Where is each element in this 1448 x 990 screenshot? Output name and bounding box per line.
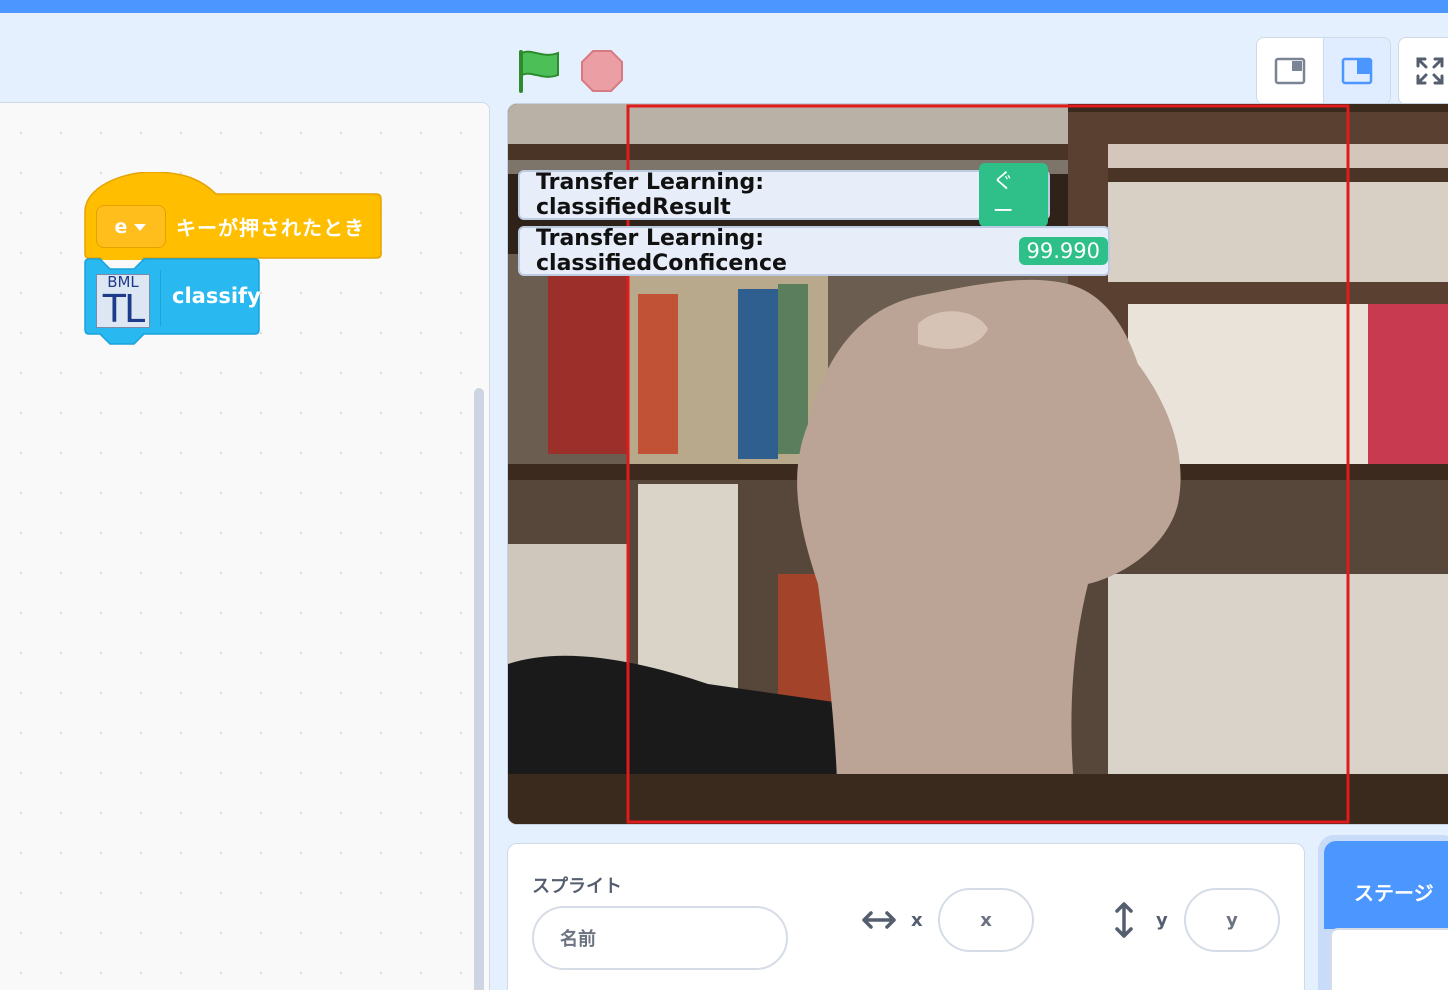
classified-confidence-monitor[interactable]: Transfer Learning: classifiedConficence … xyxy=(518,226,1110,276)
transfer-learning-extension-icon: BML TL xyxy=(96,274,150,328)
stop-icon[interactable] xyxy=(580,49,624,93)
y-position-input[interactable]: y xyxy=(1184,888,1280,952)
key-dropdown[interactable]: e xyxy=(96,205,166,248)
x-position-input[interactable]: x xyxy=(938,888,1034,952)
monitor-label: Transfer Learning: classifiedConficence xyxy=(536,226,787,276)
workspace-scrollbar[interactable] xyxy=(474,388,484,990)
y-arrows-icon xyxy=(1114,902,1134,942)
small-stage-icon[interactable] xyxy=(1257,38,1323,104)
green-flag-icon[interactable] xyxy=(514,49,562,93)
large-stage-icon[interactable] xyxy=(1323,38,1390,104)
sprite-name-input[interactable]: 名前 xyxy=(532,906,788,970)
monitor-value: 99.990 xyxy=(1018,237,1108,265)
monitor-value: ぐー xyxy=(978,163,1048,227)
y-label: y xyxy=(1156,910,1168,931)
x-label: x xyxy=(911,910,923,931)
block-divider xyxy=(160,270,161,326)
x-arrows-icon xyxy=(862,910,896,934)
stage-thumbnail[interactable] xyxy=(1330,928,1448,990)
stage-toolbar xyxy=(0,13,1448,105)
chevron-down-icon xyxy=(133,216,147,238)
stage-size-toggle xyxy=(1256,37,1391,105)
key-value: e xyxy=(114,215,128,238)
sprite-info-panel: スプライト 名前 x x y y xyxy=(507,843,1305,990)
fullscreen-icon[interactable] xyxy=(1398,37,1448,105)
sprite-title: スプライト xyxy=(532,876,622,897)
stage-tab-label[interactable]: ステージ xyxy=(1324,841,1448,929)
menu-bar xyxy=(0,0,1448,13)
classified-result-monitor[interactable]: Transfer Learning: classifiedResult ぐー xyxy=(518,163,1050,227)
hat-block-label: キーが押されたとき xyxy=(176,216,365,240)
classify-block-label: classify xyxy=(172,284,261,308)
stage-canvas[interactable]: Transfer Learning: classifiedResult ぐー T… xyxy=(507,103,1448,825)
monitor-label: Transfer Learning: classifiedResult xyxy=(536,170,765,220)
